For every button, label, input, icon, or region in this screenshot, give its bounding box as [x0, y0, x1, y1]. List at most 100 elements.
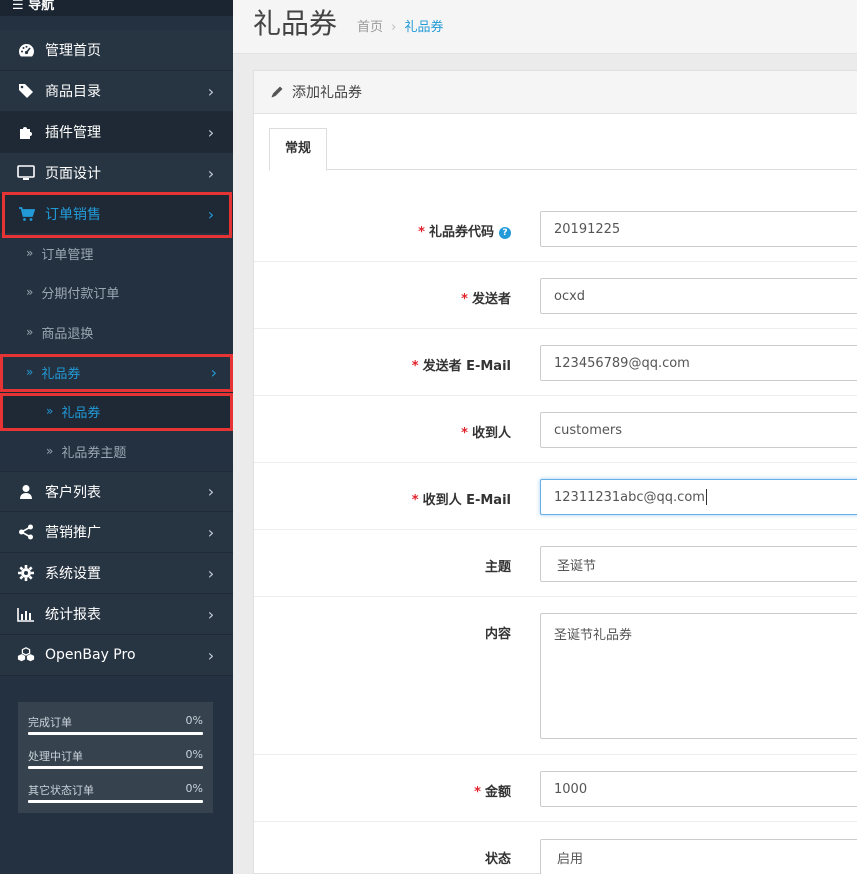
field-label: * 发送者 — [461, 288, 511, 307]
required-marker: * — [411, 493, 419, 508]
label-text: 金额 — [484, 785, 511, 800]
chevron-right-icon: › — [210, 362, 217, 382]
tab-bar: 常规 — [269, 128, 857, 171]
sub-label: 礼品券主题 — [61, 445, 127, 461]
nav-header: ☰ 导航 — [0, 0, 233, 16]
message-textarea[interactable]: 圣诞节礼品券 — [540, 613, 857, 739]
double-chevron-icon: » — [46, 404, 54, 418]
stat-label: 其它状态订单 — [28, 784, 94, 797]
form-row-to-email: * 收到人 E-Mail 12311231abc@qq.com — [254, 463, 857, 530]
user-icon — [17, 483, 35, 501]
stat-label: 处理中订单 — [28, 750, 83, 763]
field-label: * 发送者 E-Mail — [412, 355, 511, 374]
field-label: * 收到人 E-Mail — [412, 489, 511, 508]
chevron-right-icon: › — [207, 81, 215, 101]
status-select[interactable]: 启用 — [540, 839, 857, 874]
field-label: * 收到人 — [461, 422, 511, 441]
nav-item-openbay[interactable]: OpenBay Pro › — [0, 635, 233, 676]
sub-item-returns[interactable]: » 商品退换 — [0, 312, 233, 352]
nav-label: 商品目录 — [45, 84, 101, 100]
puzzle-icon — [17, 123, 35, 141]
label-text: 礼品券代码 — [428, 225, 494, 240]
sub-label: 商品退换 — [41, 326, 94, 342]
form-row-from-name: * 发送者 ocxd — [254, 262, 857, 329]
form-row-from-email: * 发送者 E-Mail 123456789@qq.com — [254, 329, 857, 396]
form-row-amount: * 金额 1000 — [254, 755, 857, 822]
stat-value: 0% — [185, 782, 203, 795]
nav-item-marketing[interactable]: 营销推广 › — [0, 512, 233, 553]
sub-item-installment-orders[interactable]: » 分期付款订单 — [0, 272, 233, 312]
required-marker: * — [461, 426, 468, 441]
chevron-right-icon: › — [207, 122, 215, 142]
chevron-right-icon: › — [207, 604, 215, 624]
from-email-input[interactable]: 123456789@qq.com — [540, 345, 857, 381]
required-marker: * — [418, 225, 425, 240]
nav-item-design[interactable]: 页面设计 › — [0, 153, 233, 194]
nav-item-catalog[interactable]: 商品目录 › — [0, 71, 233, 112]
sub-item-voucher-list[interactable]: » 礼品券 — [0, 391, 233, 431]
label-text: 发送者 E-Mail — [422, 359, 511, 374]
cubes-icon — [17, 646, 35, 664]
nav-label: 插件管理 — [45, 125, 101, 141]
help-icon[interactable]: ? — [499, 227, 511, 239]
main-content: 礼品券 首页 › 礼品券 添加礼品券 常规 * 礼品券代码? 20191225 *… — [233, 0, 857, 874]
label-text: 收到人 — [471, 426, 511, 441]
cog-icon — [17, 564, 35, 582]
double-chevron-icon: » — [26, 365, 34, 379]
nav-item-sales[interactable]: 订单销售 › — [0, 194, 233, 235]
progress-bar — [28, 732, 203, 735]
nav-item-extensions[interactable]: 插件管理 › — [0, 112, 233, 153]
nav-item-customers[interactable]: 客户列表 › — [0, 471, 233, 512]
nav-label: 系统设置 — [45, 566, 101, 582]
sidebar: ☰ 导航 管理首页 商品目录 › 插件管理 › 页面设计 › 订单销售 › » … — [0, 0, 233, 874]
to-email-input[interactable]: 12311231abc@qq.com — [540, 479, 857, 515]
form-row-theme: 主题 圣诞节 — [254, 530, 857, 597]
order-stats: 完成订单 0% 处理中订单 0% 其它状态订单 0% — [18, 702, 213, 813]
sub-label: 礼品券 — [61, 405, 101, 421]
stat-processing: 处理中订单 0% — [28, 744, 203, 778]
breadcrumb-current[interactable]: 礼品券 — [405, 20, 444, 35]
dashboard-icon — [17, 41, 35, 59]
nav-item-settings[interactable]: 系统设置 › — [0, 553, 233, 594]
field-label: 内容 — [485, 623, 511, 642]
chevron-right-icon: › — [207, 204, 215, 224]
from-name-input[interactable]: ocxd — [540, 278, 857, 314]
chevron-right-icon: › — [207, 522, 215, 542]
menu-icon: ☰ — [12, 0, 24, 13]
form-row-to-name: * 收到人 customers — [254, 396, 857, 463]
chevron-right-icon: › — [207, 563, 215, 583]
sub-item-voucher-themes[interactable]: » 礼品券主题 — [0, 431, 233, 471]
nav-label: 统计报表 — [45, 607, 101, 623]
nav-label: 营销推广 — [45, 525, 101, 541]
form-row-status: 状态 启用 — [254, 822, 857, 874]
stat-value: 0% — [185, 714, 203, 727]
voucher-form-panel: 添加礼品券 常规 * 礼品券代码? 20191225 * 发送者 ocxd * 发送者… — [253, 70, 857, 874]
required-marker: * — [461, 292, 468, 307]
stat-value: 0% — [185, 748, 203, 761]
nav-label: 页面设计 — [45, 166, 101, 182]
theme-select[interactable]: 圣诞节 — [540, 546, 857, 582]
nav-label: 管理首页 — [45, 43, 101, 59]
breadcrumb-home[interactable]: 首页 — [357, 20, 383, 35]
sub-item-vouchers[interactable]: » 礼品券 › — [0, 352, 233, 392]
stat-other: 其它状态订单 0% — [28, 778, 203, 812]
chevron-right-icon: › — [207, 482, 215, 501]
to-name-input[interactable]: customers — [540, 412, 857, 448]
pencil-icon — [270, 85, 284, 99]
panel-heading: 添加礼品券 — [254, 71, 857, 114]
amount-input[interactable]: 1000 — [540, 771, 857, 807]
nav-item-reports[interactable]: 统计报表 › — [0, 594, 233, 635]
tab-general[interactable]: 常规 — [269, 128, 327, 171]
voucher-code-input[interactable]: 20191225 — [540, 211, 857, 247]
sub-item-orders[interactable]: » 订单管理 — [0, 233, 233, 273]
desktop-icon — [17, 164, 35, 182]
share-icon — [17, 523, 35, 541]
stat-label: 完成订单 — [28, 716, 72, 729]
nav-label: 客户列表 — [45, 484, 101, 501]
breadcrumb-separator: › — [391, 20, 397, 35]
nav-item-dashboard[interactable]: 管理首页 — [0, 30, 233, 71]
double-chevron-icon: » — [26, 325, 34, 339]
page-header: 礼品券 首页 › 礼品券 — [233, 0, 857, 54]
sub-label: 礼品券 — [41, 366, 81, 382]
text-caret — [705, 489, 707, 505]
